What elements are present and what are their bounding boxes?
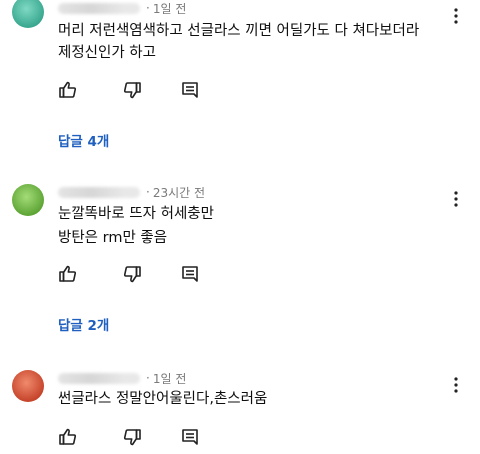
comment-text-line: 머리 저런색염색하고 선글라스 끼면 어딜가도 다 쳐다보더라 [58,23,420,39]
more-vert-icon[interactable] [448,189,464,209]
thumbs-up-icon[interactable] [58,427,78,447]
meta-separator: · [146,1,150,15]
replies-toggle-button[interactable]: 답글 4개 [58,130,109,150]
replies-toggle-button[interactable]: 답글 2개 [58,314,109,334]
comment-time: 1일 전 [152,371,187,386]
avatar[interactable] [12,184,44,216]
author-name-redacted[interactable] [58,186,140,198]
thumbs-up-icon[interactable] [58,264,78,284]
author-name-redacted[interactable] [58,372,140,384]
comment-text-line: 썬글라스 정말안어울린다,촌스러움 [58,391,268,407]
comment-actions [58,80,208,100]
comment-meta: · 1일 전 [58,370,186,386]
comment-meta: · 23시간 전 [58,184,205,200]
more-vert-icon[interactable] [448,375,464,395]
thumbs-up-icon[interactable] [58,80,78,100]
avatar[interactable] [12,0,44,28]
comment-actions [58,427,208,447]
meta-separator: · [146,371,150,385]
thumbs-down-icon[interactable] [122,80,142,100]
comment-icon[interactable] [180,264,200,284]
comment-time: 1일 전 [152,1,187,16]
comment-actions [58,264,208,284]
avatar[interactable] [12,370,44,402]
comment-text-line: 방탄은 rm만 좋음 [58,230,168,246]
author-name-redacted[interactable] [58,2,140,14]
comment-time: 23시간 전 [152,185,206,200]
more-vert-icon[interactable] [448,6,464,26]
thumbs-down-icon[interactable] [122,264,142,284]
thumbs-down-icon[interactable] [122,427,142,447]
comment-icon[interactable] [180,80,200,100]
comment-icon[interactable] [180,427,200,447]
comment-text-line: 눈깔똑바로 뜨자 허세충만 [58,206,214,222]
meta-separator: · [146,185,150,199]
comment-text-line: 제정신인가 하고 [58,45,156,61]
comment-meta: · 1일 전 [58,0,186,16]
